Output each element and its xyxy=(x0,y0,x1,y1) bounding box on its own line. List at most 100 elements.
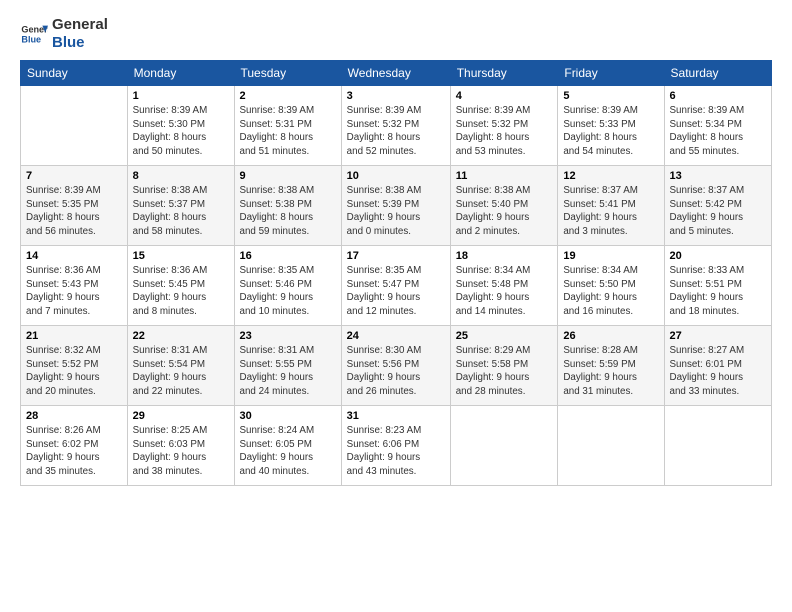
day-info: Sunrise: 8:24 AM Sunset: 6:05 PM Dayligh… xyxy=(240,424,336,479)
day-number: 27 xyxy=(670,330,766,342)
day-number: 30 xyxy=(240,410,336,422)
calendar-cell: 31 Sunrise: 8:23 AM Sunset: 6:06 PM Dayli… xyxy=(341,406,450,486)
day-number: 28 xyxy=(26,410,122,422)
calendar-cell: 27 Sunrise: 8:27 AM Sunset: 6:01 PM Dayli… xyxy=(664,326,771,406)
day-info: Sunrise: 8:31 AM Sunset: 5:54 PM Dayligh… xyxy=(133,344,229,399)
calendar-cell xyxy=(664,406,771,486)
weekday-header: Friday xyxy=(558,61,664,86)
page: General Blue General Blue SundayMondayTu… xyxy=(0,0,792,612)
day-info: Sunrise: 8:39 AM Sunset: 5:34 PM Dayligh… xyxy=(670,104,766,159)
day-number: 6 xyxy=(670,90,766,102)
day-info: Sunrise: 8:35 AM Sunset: 5:47 PM Dayligh… xyxy=(347,264,445,319)
day-number: 31 xyxy=(347,410,445,422)
calendar-cell: 9Sunrise: 8:38 AM Sunset: 5:38 PM Daylig… xyxy=(234,166,341,246)
calendar-week-row: 21Sunrise: 8:32 AM Sunset: 5:52 PM Dayli… xyxy=(21,326,772,406)
calendar-week-row: 28 Sunrise: 8:26 AM Sunset: 6:02 PM Dayli… xyxy=(21,406,772,486)
day-info: Sunrise: 8:37 AM Sunset: 5:41 PM Dayligh… xyxy=(563,184,658,239)
calendar-cell: 7Sunrise: 8:39 AM Sunset: 5:35 PM Daylig… xyxy=(21,166,128,246)
day-number: 22 xyxy=(133,330,229,342)
calendar-cell: 10 Sunrise: 8:38 AM Sunset: 5:39 PM Dayli… xyxy=(341,166,450,246)
day-number: 18 xyxy=(456,250,553,262)
day-info: Sunrise: 8:39 AM Sunset: 5:31 PM Dayligh… xyxy=(240,104,336,159)
calendar-cell: 24Sunrise: 8:30 AM Sunset: 5:56 PM Dayli… xyxy=(341,326,450,406)
calendar-cell: 26 Sunrise: 8:28 AM Sunset: 5:59 PM Dayli… xyxy=(558,326,664,406)
logo-general: General xyxy=(52,16,108,34)
calendar-cell: 29 Sunrise: 8:25 AM Sunset: 6:03 PM Dayli… xyxy=(127,406,234,486)
day-info: Sunrise: 8:31 AM Sunset: 5:55 PM Dayligh… xyxy=(240,344,336,399)
calendar-cell: 30 Sunrise: 8:24 AM Sunset: 6:05 PM Dayli… xyxy=(234,406,341,486)
calendar-header-row: SundayMondayTuesdayWednesdayThursdayFrid… xyxy=(21,61,772,86)
day-number: 15 xyxy=(133,250,229,262)
day-number: 5 xyxy=(563,90,658,102)
calendar-cell: 5 Sunrise: 8:39 AM Sunset: 5:33 PM Daylig… xyxy=(558,86,664,166)
day-number: 13 xyxy=(670,170,766,182)
weekday-header: Tuesday xyxy=(234,61,341,86)
day-info: Sunrise: 8:35 AM Sunset: 5:46 PM Dayligh… xyxy=(240,264,336,319)
calendar-cell: 4 Sunrise: 8:39 AM Sunset: 5:32 PM Daylig… xyxy=(450,86,558,166)
calendar-cell: 6 Sunrise: 8:39 AM Sunset: 5:34 PM Daylig… xyxy=(664,86,771,166)
day-number: 20 xyxy=(670,250,766,262)
calendar-table: SundayMondayTuesdayWednesdayThursdayFrid… xyxy=(20,60,772,486)
calendar-cell: 18 Sunrise: 8:34 AM Sunset: 5:48 PM Dayli… xyxy=(450,246,558,326)
calendar-cell xyxy=(21,86,128,166)
day-info: Sunrise: 8:38 AM Sunset: 5:38 PM Dayligh… xyxy=(240,184,336,239)
weekday-header: Saturday xyxy=(664,61,771,86)
calendar-cell: 21Sunrise: 8:32 AM Sunset: 5:52 PM Dayli… xyxy=(21,326,128,406)
weekday-header: Wednesday xyxy=(341,61,450,86)
day-number: 12 xyxy=(563,170,658,182)
calendar-cell: 23 Sunrise: 8:31 AM Sunset: 5:55 PM Dayli… xyxy=(234,326,341,406)
day-info: Sunrise: 8:27 AM Sunset: 6:01 PM Dayligh… xyxy=(670,344,766,399)
day-info: Sunrise: 8:36 AM Sunset: 5:43 PM Dayligh… xyxy=(26,264,122,319)
day-info: Sunrise: 8:39 AM Sunset: 5:32 PM Dayligh… xyxy=(456,104,553,159)
calendar-cell: 25 Sunrise: 8:29 AM Sunset: 5:58 PM Dayli… xyxy=(450,326,558,406)
day-number: 16 xyxy=(240,250,336,262)
calendar-week-row: 7Sunrise: 8:39 AM Sunset: 5:35 PM Daylig… xyxy=(21,166,772,246)
calendar-cell: 3 Sunrise: 8:39 AM Sunset: 5:32 PM Daylig… xyxy=(341,86,450,166)
day-number: 26 xyxy=(563,330,658,342)
logo: General Blue General Blue xyxy=(20,16,108,52)
day-number: 21 xyxy=(26,330,122,342)
day-info: Sunrise: 8:38 AM Sunset: 5:37 PM Dayligh… xyxy=(133,184,229,239)
calendar-cell: 11 Sunrise: 8:38 AM Sunset: 5:40 PM Dayli… xyxy=(450,166,558,246)
day-number: 23 xyxy=(240,330,336,342)
weekday-header: Thursday xyxy=(450,61,558,86)
calendar-cell: 13Sunrise: 8:37 AM Sunset: 5:42 PM Dayli… xyxy=(664,166,771,246)
day-number: 14 xyxy=(26,250,122,262)
calendar-cell: 15 Sunrise: 8:36 AM Sunset: 5:45 PM Dayli… xyxy=(127,246,234,326)
day-number: 7 xyxy=(26,170,122,182)
day-number: 25 xyxy=(456,330,553,342)
logo-blue: Blue xyxy=(52,34,108,52)
day-info: Sunrise: 8:39 AM Sunset: 5:33 PM Dayligh… xyxy=(563,104,658,159)
calendar-week-row: 1Sunrise: 8:39 AM Sunset: 5:30 PM Daylig… xyxy=(21,86,772,166)
day-number: 17 xyxy=(347,250,445,262)
day-info: Sunrise: 8:34 AM Sunset: 5:50 PM Dayligh… xyxy=(563,264,658,319)
day-info: Sunrise: 8:28 AM Sunset: 5:59 PM Dayligh… xyxy=(563,344,658,399)
weekday-header: Monday xyxy=(127,61,234,86)
day-number: 19 xyxy=(563,250,658,262)
logo-icon: General Blue xyxy=(20,20,48,48)
day-info: Sunrise: 8:34 AM Sunset: 5:48 PM Dayligh… xyxy=(456,264,553,319)
calendar-cell: 22 Sunrise: 8:31 AM Sunset: 5:54 PM Dayli… xyxy=(127,326,234,406)
calendar-cell: 1Sunrise: 8:39 AM Sunset: 5:30 PM Daylig… xyxy=(127,86,234,166)
day-info: Sunrise: 8:38 AM Sunset: 5:39 PM Dayligh… xyxy=(347,184,445,239)
day-info: Sunrise: 8:23 AM Sunset: 6:06 PM Dayligh… xyxy=(347,424,445,479)
day-info: Sunrise: 8:29 AM Sunset: 5:58 PM Dayligh… xyxy=(456,344,553,399)
day-number: 8 xyxy=(133,170,229,182)
calendar-cell: 17 Sunrise: 8:35 AM Sunset: 5:47 PM Dayli… xyxy=(341,246,450,326)
calendar-cell: 12 Sunrise: 8:37 AM Sunset: 5:41 PM Dayli… xyxy=(558,166,664,246)
day-info: Sunrise: 8:26 AM Sunset: 6:02 PM Dayligh… xyxy=(26,424,122,479)
day-info: Sunrise: 8:39 AM Sunset: 5:32 PM Dayligh… xyxy=(347,104,445,159)
day-number: 29 xyxy=(133,410,229,422)
calendar-cell: 8 Sunrise: 8:38 AM Sunset: 5:37 PM Daylig… xyxy=(127,166,234,246)
day-number: 4 xyxy=(456,90,553,102)
day-info: Sunrise: 8:38 AM Sunset: 5:40 PM Dayligh… xyxy=(456,184,553,239)
calendar-cell xyxy=(450,406,558,486)
day-number: 10 xyxy=(347,170,445,182)
calendar-cell: 14 Sunrise: 8:36 AM Sunset: 5:43 PM Dayli… xyxy=(21,246,128,326)
day-number: 3 xyxy=(347,90,445,102)
day-info: Sunrise: 8:25 AM Sunset: 6:03 PM Dayligh… xyxy=(133,424,229,479)
day-info: Sunrise: 8:33 AM Sunset: 5:51 PM Dayligh… xyxy=(670,264,766,319)
day-number: 11 xyxy=(456,170,553,182)
day-number: 1 xyxy=(133,90,229,102)
day-info: Sunrise: 8:36 AM Sunset: 5:45 PM Dayligh… xyxy=(133,264,229,319)
